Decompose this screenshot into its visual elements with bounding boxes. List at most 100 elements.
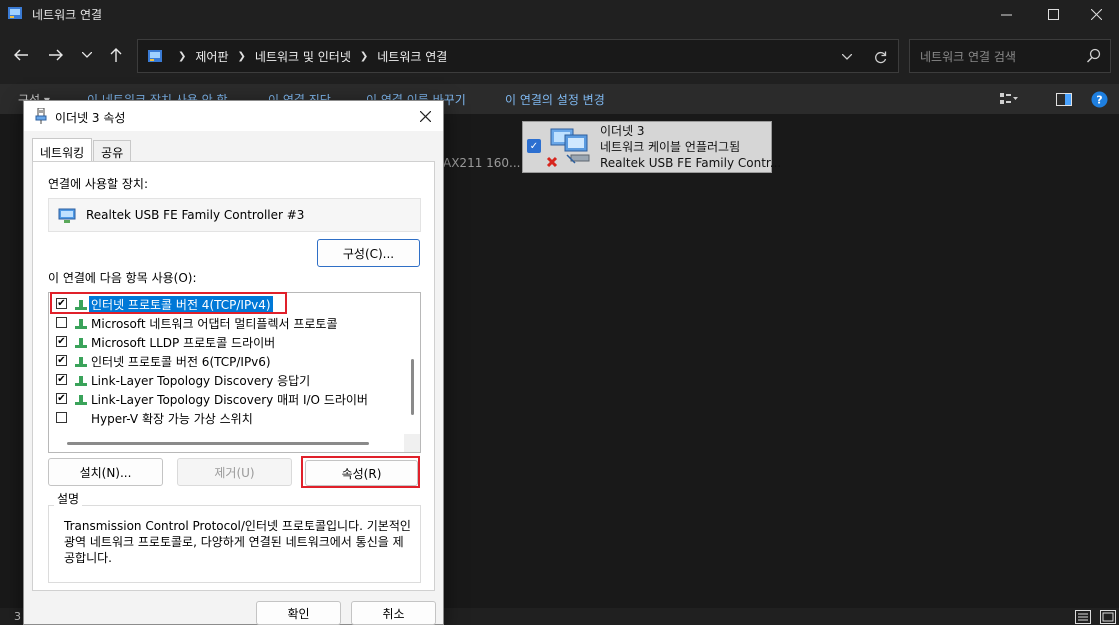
scrollbar-corner [404, 434, 420, 452]
item-checkbox[interactable] [56, 412, 67, 423]
window-title: 네트워크 연결 [32, 8, 103, 22]
items-label: 이 연결에 다음 항목 사용(O): [48, 271, 197, 285]
properties-button[interactable]: 속성(R) [305, 460, 418, 486]
preview-pane-icon [1056, 92, 1072, 106]
item-checkbox[interactable]: ✔ [56, 374, 67, 385]
adapter-ethernet-3[interactable]: ✓ 이더넷 3 네트워크 케이블 언플러그됨 Realtek USB FE Fa… [522, 121, 781, 173]
network-protocol-icon [75, 395, 87, 405]
svg-text:?: ? [1096, 93, 1102, 106]
adapter-status: 네트워크 케이블 언플러그됨 [600, 140, 741, 154]
network-protocol-icon [75, 300, 87, 310]
list-horizontal-scrollbar[interactable] [49, 434, 402, 452]
address-dropdown-button[interactable] [838, 48, 856, 66]
help-button[interactable]: ? [1090, 90, 1108, 108]
ok-button[interactable]: 확인 [256, 601, 341, 625]
chevron-down-icon [842, 54, 852, 60]
minimize-icon [1000, 14, 1012, 15]
breadcrumb-control-panel[interactable]: 제어판 [195, 48, 228, 65]
maximize-button[interactable] [1030, 0, 1076, 28]
item-label: Hyper-V 확장 가능 가상 스위치 [91, 412, 253, 426]
uninstall-button: 제거(U) [177, 458, 292, 486]
chevron-right-icon[interactable]: ❯ [238, 51, 246, 62]
adapter-info: 이더넷 3 네트워크 케이블 언플러그됨 Realtek USB FE Fami… [600, 123, 781, 171]
item-label: Microsoft LLDP 프로토콜 드라이버 [91, 336, 276, 350]
network-connections-icon [8, 7, 22, 19]
list-item-ipv6[interactable]: ✔ 인터넷 프로토콜 버전 6(TCP/IPv6) [49, 351, 402, 370]
network-protocol-icon [75, 357, 87, 367]
configure-button[interactable]: 구성(C)... [317, 239, 420, 267]
item-count: 3 [14, 610, 21, 623]
description-title: 설명 [54, 490, 83, 507]
adapter-device: Realtek USB FE Family Contr... [600, 156, 782, 170]
networking-panel: 연결에 사용할 장치: Realtek USB FE Family Contro… [32, 161, 435, 591]
item-checkbox[interactable] [56, 317, 67, 328]
device-name: Realtek USB FE Family Controller #3 [86, 208, 305, 222]
device-field: Realtek USB FE Family Controller #3 [48, 198, 421, 232]
recent-locations-button[interactable] [74, 42, 100, 68]
navigation-bar: ❯ 제어판 ❯ 네트워크 및 인터넷 ❯ 네트워크 연결 [0, 28, 1119, 84]
item-label: 인터넷 프로토콜 버전 6(TCP/IPv6) [91, 355, 271, 369]
item-label: Link-Layer Topology Discovery 응답기 [91, 374, 311, 388]
description-group: Transmission Control Protocol/인터넷 프로토콜입니… [48, 505, 421, 583]
close-icon [419, 110, 431, 122]
breadcrumb: ❯ 제어판 ❯ 네트워크 및 인터넷 ❯ 네트워크 연결 [172, 48, 447, 65]
title-bar: 네트워크 연결 [0, 0, 1119, 28]
chevron-right-icon[interactable]: ❯ [360, 51, 368, 62]
cancel-button[interactable]: 취소 [351, 601, 436, 625]
adapter-select-checkbox[interactable]: ✓ [527, 139, 541, 153]
item-checkbox[interactable]: ✔ [56, 298, 67, 309]
preview-pane-button[interactable] [1055, 90, 1073, 108]
view-list-icon [1000, 93, 1018, 104]
change-settings-command[interactable]: 이 연결의 설정 변경 [505, 91, 605, 108]
maximize-icon [1047, 8, 1059, 20]
up-button[interactable] [103, 42, 129, 68]
dialog-title: 이더넷 3 속성 [55, 111, 126, 125]
scrollbar-thumb[interactable] [411, 359, 414, 415]
arrow-up-icon [110, 48, 122, 62]
dialog-close-button[interactable] [415, 106, 435, 126]
list-vertical-scrollbar[interactable] [404, 293, 420, 435]
ethernet-plug-icon [35, 108, 47, 124]
arrow-left-icon [14, 49, 28, 61]
connect-using-label: 연결에 사용할 장치: [48, 177, 148, 191]
minimize-button[interactable] [983, 0, 1029, 28]
help-icon: ? [1091, 91, 1107, 107]
list-item-lltd-responder[interactable]: ✔ Link-Layer Topology Discovery 응답기 [49, 370, 402, 389]
back-button[interactable] [8, 42, 34, 68]
adapter-partial-label[interactable]: AX211 160... [443, 156, 521, 170]
item-checkbox[interactable]: ✔ [56, 393, 67, 404]
search-input[interactable] [920, 48, 1080, 66]
breadcrumb-network-internet[interactable]: 네트워크 및 인터넷 [255, 48, 351, 65]
list-item-multiplexor[interactable]: Microsoft 네트워크 어댑터 멀티플렉서 프로토콜 [49, 313, 402, 332]
view-options-button[interactable] [1000, 90, 1018, 108]
item-label: 인터넷 프로토콜 버전 4(TCP/IPv4) [89, 296, 273, 313]
close-button[interactable] [1073, 0, 1119, 28]
control-panel-icon [148, 50, 162, 62]
search-box[interactable] [909, 39, 1111, 73]
refresh-button[interactable] [871, 48, 889, 66]
install-button[interactable]: 설치(N)... [48, 458, 163, 486]
forward-button[interactable] [43, 42, 69, 68]
details-view-icon[interactable] [1075, 610, 1091, 624]
search-icon[interactable] [1086, 48, 1102, 64]
component-list[interactable]: ✔ 인터넷 프로토콜 버전 4(TCP/IPv4) Microsoft 네트워크… [48, 292, 421, 453]
chevron-down-icon [82, 52, 92, 58]
list-item-ipv4[interactable]: ✔ 인터넷 프로토콜 버전 4(TCP/IPv4) [49, 294, 402, 313]
list-item-lldp[interactable]: ✔ Microsoft LLDP 프로토콜 드라이버 [49, 332, 402, 351]
item-label: Link-Layer Topology Discovery 매퍼 I/O 드라이… [91, 393, 368, 407]
refresh-icon [874, 51, 886, 63]
network-protocol-icon [75, 338, 87, 348]
item-checkbox[interactable]: ✔ [56, 355, 67, 366]
breadcrumb-network-connections[interactable]: 네트워크 연결 [377, 48, 447, 65]
item-checkbox[interactable]: ✔ [56, 336, 67, 347]
arrow-right-icon [49, 49, 63, 61]
tab-sharing[interactable]: 공유 [93, 140, 132, 162]
list-item-lltd-mapper[interactable]: ✔ Link-Layer Topology Discovery 매퍼 I/O 드… [49, 389, 402, 408]
large-icons-view-icon[interactable] [1100, 610, 1116, 624]
network-adapter-disconnected-icon [546, 128, 590, 168]
network-adapter-icon [58, 208, 76, 223]
tab-networking[interactable]: 네트워킹 [32, 138, 93, 162]
address-bar[interactable]: ❯ 제어판 ❯ 네트워크 및 인터넷 ❯ 네트워크 연결 [137, 39, 899, 73]
list-item-hyperv-switch[interactable]: Hyper-V 확장 가능 가상 스위치 [49, 408, 402, 427]
scrollbar-thumb[interactable] [67, 442, 369, 445]
